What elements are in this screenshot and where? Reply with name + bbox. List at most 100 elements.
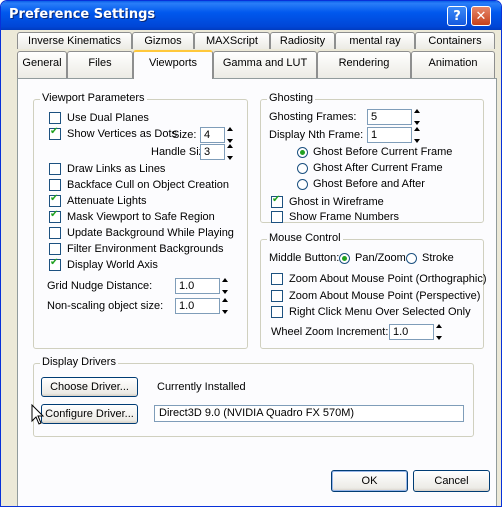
mouse-control-group: Mouse Control Middle Button: Pan/Zoom St… [260, 232, 486, 349]
radio-dot[interactable] [297, 178, 308, 190]
configure-driver-button[interactable]: Configure Driver... [41, 404, 138, 424]
size-label: Size: [172, 129, 197, 141]
tab-gamma-and-lut[interactable]: Gamma and LUT [213, 51, 317, 78]
checkbox-box[interactable] [49, 209, 61, 223]
ghost-before-current-radio[interactable]: Ghost Before Current Frame [297, 146, 452, 158]
choose-driver-button[interactable]: Choose Driver... [41, 377, 138, 397]
draw-links-checkbox[interactable]: Draw Links as Lines [49, 163, 165, 175]
checkbox-box[interactable] [49, 126, 61, 140]
ghosting-frames-spinner-arrows[interactable] [414, 109, 421, 125]
display-nth-frame-label: Display Nth Frame: [269, 129, 364, 141]
display-nth-frame-input[interactable]: 1 [367, 127, 412, 143]
wheel-zoom-label: Wheel Zoom Increment: [271, 326, 389, 338]
grid-nudge-spinner[interactable]: 1.0 [175, 278, 229, 294]
middle-button-label: Middle Button: [269, 252, 340, 264]
wheel-zoom-spinner-arrows[interactable] [436, 324, 443, 340]
currently-installed-label: Currently Installed [157, 381, 246, 393]
checkbox-box[interactable] [49, 243, 61, 255]
wheel-zoom-spinner[interactable]: 1.0 [389, 324, 443, 340]
nonscaling-spinner-arrows[interactable] [222, 298, 229, 314]
draw-links-label: Draw Links as Lines [67, 163, 166, 175]
attenuate-lights-checkbox[interactable]: Attenuate Lights [49, 193, 147, 207]
tab-animation[interactable]: Animation [411, 51, 495, 78]
tab-radiosity[interactable]: Radiosity [270, 32, 335, 49]
mouse-cursor-icon [31, 404, 45, 425]
grid-nudge-input[interactable]: 1.0 [175, 278, 220, 294]
radio-dot[interactable] [297, 146, 308, 158]
zoom-ortho-checkbox[interactable]: Zoom About Mouse Point (Orthographic) [271, 273, 486, 285]
checkbox-box[interactable] [271, 211, 283, 223]
handle-size-input[interactable]: 3 [200, 144, 225, 160]
radio-dot[interactable] [406, 252, 417, 264]
checkbox-box[interactable] [49, 227, 61, 239]
pan-zoom-radio[interactable]: Pan/Zoom [339, 252, 406, 264]
tab-files[interactable]: Files [67, 51, 133, 78]
nonscaling-spinner[interactable]: 1.0 [175, 298, 229, 314]
size-spinner-arrows[interactable] [227, 127, 234, 143]
grid-nudge-spinner-arrows[interactable] [222, 278, 229, 294]
tab-viewports[interactable]: Viewports [133, 50, 213, 79]
tab-inverse-kinematics[interactable]: Inverse Kinematics [17, 32, 132, 49]
pan-zoom-label: Pan/Zoom [355, 252, 406, 264]
radio-dot[interactable] [297, 162, 308, 174]
installed-driver-field: Direct3D 9.0 (NVIDIA Quadro FX 570M) [154, 405, 464, 422]
nonscaling-input[interactable]: 1.0 [175, 298, 220, 314]
handle-size-spinner[interactable]: 3 [200, 144, 234, 160]
checkbox-box[interactable] [271, 306, 283, 318]
dialog-client-area: Inverse Kinematics Gizmos MAXScript Radi… [4, 30, 498, 506]
zoom-ortho-label: Zoom About Mouse Point (Orthographic) [289, 273, 487, 285]
mouse-control-legend: Mouse Control [267, 232, 343, 244]
mask-viewport-checkbox[interactable]: Mask Viewport to Safe Region [49, 209, 215, 223]
display-nth-frame-spinner[interactable]: 1 [367, 127, 421, 143]
display-world-axis-checkbox[interactable]: Display World Axis [49, 257, 158, 271]
show-frame-numbers-checkbox[interactable]: Show Frame Numbers [271, 211, 399, 223]
tab-general[interactable]: General [17, 51, 67, 78]
size-spinner[interactable]: 4 [200, 127, 234, 143]
ghosting-group: Ghosting Ghosting Frames: 5 Display Nth … [260, 92, 484, 223]
zoom-persp-checkbox[interactable]: Zoom About Mouse Point (Perspective) [271, 290, 480, 302]
checkbox-box[interactable] [49, 112, 61, 124]
tab-maxscript[interactable]: MAXScript [194, 32, 270, 49]
tab-containers[interactable]: Containers [415, 32, 495, 49]
use-dual-planes-checkbox[interactable]: Use Dual Planes [49, 112, 149, 124]
ghost-in-wireframe-checkbox[interactable]: Ghost in Wireframe [271, 194, 384, 208]
checkbox-box[interactable] [49, 193, 61, 207]
help-button[interactable]: ? [447, 6, 467, 26]
right-click-menu-checkbox[interactable]: Right Click Menu Over Selected Only [271, 306, 471, 318]
checkbox-box[interactable] [49, 179, 61, 191]
display-nth-frame-spinner-arrows[interactable] [414, 127, 421, 143]
wheel-zoom-input[interactable]: 1.0 [389, 324, 434, 340]
cancel-button[interactable]: Cancel [413, 470, 490, 492]
stroke-radio[interactable]: Stroke [406, 252, 454, 264]
update-background-checkbox[interactable]: Update Background While Playing [49, 227, 234, 239]
ghost-before-after-radio[interactable]: Ghost Before and After [297, 178, 425, 190]
ghost-after-current-radio[interactable]: Ghost After Current Frame [297, 162, 443, 174]
title-bar[interactable]: Preference Settings ? ✕ [1, 1, 501, 30]
show-vertices-checkbox[interactable]: Show Vertices as Dots [49, 126, 178, 140]
checkbox-box[interactable] [271, 290, 283, 302]
radio-dot[interactable] [339, 252, 350, 264]
handle-size-spinner-arrows[interactable] [227, 144, 234, 160]
ok-button[interactable]: OK [331, 470, 408, 492]
ghost-before-after-label: Ghost Before and After [313, 178, 425, 190]
ghost-after-current-label: Ghost After Current Frame [313, 162, 443, 174]
ghosting-frames-spinner[interactable]: 5 [367, 109, 421, 125]
tab-mental-ray[interactable]: mental ray [335, 32, 415, 49]
close-button[interactable]: ✕ [471, 6, 491, 26]
filter-env-label: Filter Environment Backgrounds [67, 243, 224, 255]
checkbox-box[interactable] [49, 257, 61, 271]
backface-cull-checkbox[interactable]: Backface Cull on Object Creation [49, 179, 229, 191]
filter-env-checkbox[interactable]: Filter Environment Backgrounds [49, 243, 224, 255]
ghosting-legend: Ghosting [267, 92, 316, 104]
checkbox-box[interactable] [49, 163, 61, 175]
ghosting-frames-label: Ghosting Frames: [269, 111, 357, 123]
size-input[interactable]: 4 [200, 127, 225, 143]
backface-cull-label: Backface Cull on Object Creation [67, 179, 230, 191]
ghosting-frames-input[interactable]: 5 [367, 109, 412, 125]
show-vertices-label: Show Vertices as Dots [67, 128, 178, 140]
checkbox-box[interactable] [271, 194, 283, 208]
tab-rendering[interactable]: Rendering [317, 51, 411, 78]
checkbox-box[interactable] [271, 273, 283, 285]
tab-gizmos[interactable]: Gizmos [132, 32, 194, 49]
stroke-label: Stroke [422, 252, 454, 264]
